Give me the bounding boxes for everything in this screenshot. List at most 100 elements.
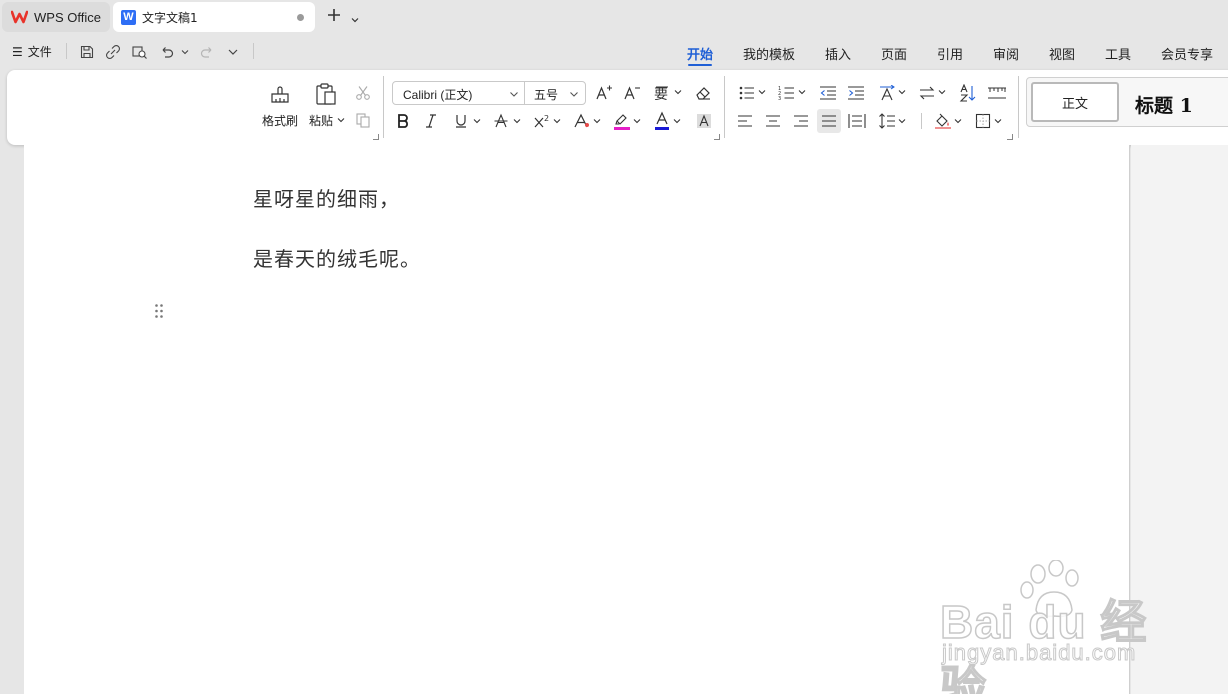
file-menu-label: 文件 xyxy=(27,45,52,59)
paragraph[interactable]: 是春天的绒毛呢。 xyxy=(253,243,421,272)
align-right-icon[interactable] xyxy=(791,111,811,131)
format-painter-icon[interactable] xyxy=(267,82,293,106)
font-size-value[interactable]: 五号 xyxy=(534,86,558,103)
style-normal[interactable]: 正文 xyxy=(1031,82,1119,122)
font-name-chevron-down-icon[interactable] xyxy=(509,88,519,102)
new-tab-chevron-down-icon[interactable] xyxy=(350,10,360,29)
file-menu-button[interactable]: ☰ 文件 xyxy=(12,43,52,60)
cut-icon[interactable] xyxy=(353,83,373,103)
character-shading-icon[interactable] xyxy=(695,111,713,131)
strikethrough-icon[interactable] xyxy=(492,111,510,131)
superscript-chevron-down-icon[interactable] xyxy=(553,117,561,125)
tab-home[interactable]: 开始 xyxy=(672,34,728,68)
paragraph[interactable]: 星呀星的细雨， xyxy=(253,183,400,212)
distributed-align-icon[interactable] xyxy=(847,111,867,131)
underline-chevron-down-icon[interactable] xyxy=(473,117,481,125)
line-spacing-icon[interactable] xyxy=(877,111,897,131)
tab-document[interactable]: W 文字文稿1 xyxy=(113,2,315,32)
paste-chevron-down-icon[interactable] xyxy=(337,116,345,124)
borders-chevron-down-icon[interactable] xyxy=(994,117,1002,125)
font-size-chevron-down-icon[interactable] xyxy=(569,88,579,102)
unsaved-dot-icon[interactable] xyxy=(297,14,304,21)
justify-icon[interactable] xyxy=(817,109,841,133)
grow-font-icon[interactable] xyxy=(594,83,614,103)
quick-access-chevron-down-icon[interactable] xyxy=(224,43,242,61)
tab-view[interactable]: 视图 xyxy=(1034,34,1090,68)
text-direction-chevron-down-icon[interactable] xyxy=(898,88,906,96)
bullet-list-chevron-down-icon[interactable] xyxy=(758,88,766,96)
highlight-chevron-down-icon[interactable] xyxy=(633,117,641,125)
superscript-icon[interactable]: 2 xyxy=(532,111,552,131)
save-icon[interactable] xyxy=(78,43,96,61)
line-spacing-chevron-down-icon[interactable] xyxy=(898,117,906,125)
shading-chevron-down-icon[interactable] xyxy=(954,117,962,125)
strikethrough-chevron-down-icon[interactable] xyxy=(513,117,521,125)
copy-icon[interactable] xyxy=(353,110,373,130)
italic-icon[interactable] xyxy=(422,111,440,131)
numbered-list-chevron-down-icon[interactable] xyxy=(798,88,806,96)
underline-icon[interactable] xyxy=(452,111,470,131)
text-effect-icon[interactable] xyxy=(572,111,592,131)
align-left-icon[interactable] xyxy=(735,111,755,131)
svg-text:3: 3 xyxy=(778,96,781,101)
show-hide-marks-icon[interactable] xyxy=(986,83,1008,103)
bullet-list-icon[interactable] xyxy=(737,83,757,103)
sort-icon[interactable] xyxy=(958,83,978,103)
paragraph-dialog-launcher-icon[interactable] xyxy=(1007,134,1013,140)
menu-row: ☰ 文件 开始 我的模板 插入 页面 引用 审阅 视图 工具 会员专享 xyxy=(0,34,1228,68)
divider xyxy=(66,43,67,59)
tab-bar: WPS Office W 文字文稿1 xyxy=(0,0,1228,34)
tab-member[interactable]: 会员专享 xyxy=(1146,34,1228,68)
highlight-marker-icon[interactable] xyxy=(612,110,632,132)
paste-label[interactable]: 粘贴 xyxy=(309,112,333,129)
bold-icon[interactable] xyxy=(394,111,412,131)
text-effect-chevron-down-icon[interactable] xyxy=(593,117,601,125)
style-heading-1[interactable]: 标题 1 xyxy=(1135,91,1193,118)
align-center-icon[interactable] xyxy=(763,111,783,131)
borders-icon[interactable] xyxy=(973,111,993,131)
undo-chevron-down-icon[interactable] xyxy=(176,43,194,61)
font-name-value[interactable]: Calibri (正文) xyxy=(403,86,472,103)
tab-tools[interactable]: 工具 xyxy=(1090,34,1146,68)
undo-icon[interactable] xyxy=(158,43,176,61)
clipboard-dialog-launcher-icon[interactable] xyxy=(373,134,379,140)
tab-insert[interactable]: 插入 xyxy=(810,34,866,68)
phonetic-guide-icon[interactable]: 要 xyxy=(652,83,674,103)
tab-my-templates[interactable]: 我的模板 xyxy=(728,34,810,68)
tab-wps-office[interactable]: WPS Office xyxy=(2,2,110,32)
new-tab-plus-icon[interactable] xyxy=(326,6,342,26)
svg-text:要: 要 xyxy=(654,87,668,102)
divider xyxy=(524,82,525,104)
paragraph-drag-handle-icon[interactable] xyxy=(154,303,164,323)
chinese-layout-chevron-down-icon[interactable] xyxy=(938,88,946,96)
decrease-indent-icon[interactable] xyxy=(818,83,838,103)
baidu-jingyan-watermark: Bai du 经验 jingyan.baidu.com xyxy=(939,560,1170,694)
share-link-icon[interactable] xyxy=(104,43,122,61)
tab-document-label: 文字文稿1 xyxy=(142,10,198,25)
numbered-list-icon[interactable]: 123 xyxy=(777,83,797,103)
ribbon-tabs: 开始 我的模板 插入 页面 引用 审阅 视图 工具 会员专享 xyxy=(672,34,1228,68)
font-color-icon[interactable] xyxy=(652,110,672,132)
format-painter-label[interactable]: 格式刷 xyxy=(262,112,298,129)
shading-fill-icon[interactable] xyxy=(933,111,953,131)
font-color-chevron-down-icon[interactable] xyxy=(673,117,681,125)
font-dialog-launcher-icon[interactable] xyxy=(714,134,720,140)
styles-gallery: 正文 标题 1 xyxy=(1026,77,1228,127)
tab-page[interactable]: 页面 xyxy=(866,34,922,68)
clear-formatting-eraser-icon[interactable] xyxy=(693,83,713,103)
shrink-font-icon[interactable] xyxy=(622,83,642,103)
phonetic-chevron-down-icon[interactable] xyxy=(674,88,682,96)
ribbon-toolbar: 格式刷 粘贴 Calibri (正文) 五号 要 2 1 2 3 正文 标题 1 xyxy=(7,70,1228,145)
paste-icon[interactable] xyxy=(313,81,339,107)
redo-icon[interactable] xyxy=(198,43,216,61)
text-direction-icon[interactable] xyxy=(877,83,897,103)
divider xyxy=(921,113,922,129)
tab-wps-office-label: WPS Office xyxy=(34,9,101,25)
font-selector[interactable]: Calibri (正文) 五号 xyxy=(392,81,586,105)
wps-logo-icon xyxy=(11,10,28,24)
tab-review[interactable]: 审阅 xyxy=(978,34,1034,68)
chinese-layout-icon[interactable] xyxy=(917,83,937,103)
increase-indent-icon[interactable] xyxy=(846,83,866,103)
tab-references[interactable]: 引用 xyxy=(922,34,978,68)
print-preview-icon[interactable] xyxy=(130,43,148,61)
